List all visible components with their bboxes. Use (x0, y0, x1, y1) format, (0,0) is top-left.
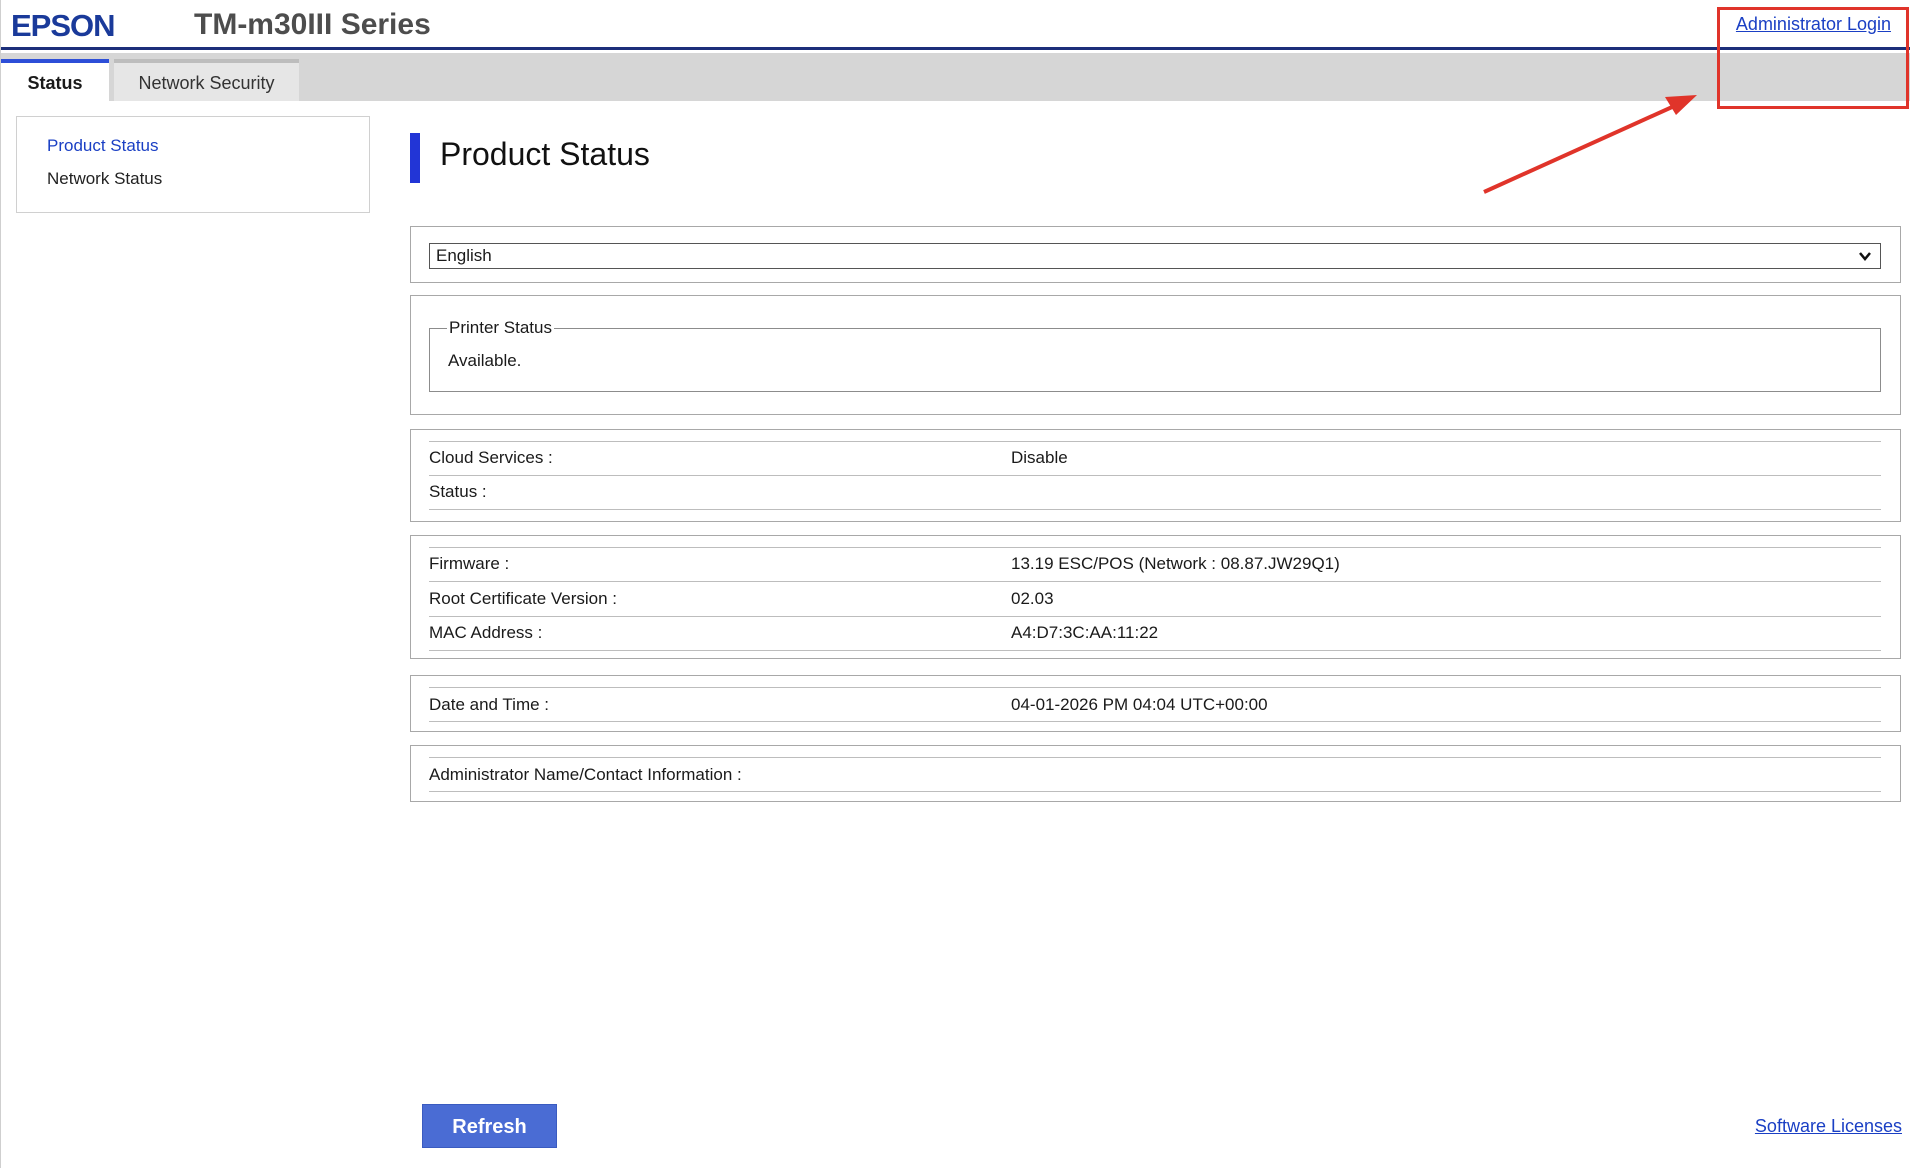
language-select[interactable]: English (429, 243, 1881, 269)
cloud-services-panel: Cloud Services : Disable Status : (410, 429, 1901, 522)
language-selected-value: English (436, 246, 492, 265)
mac-address-value: A4:D7:3C:AA:11:22 (1011, 623, 1159, 642)
printer-status-value: Available. (448, 351, 522, 370)
admin-contact-label: Administrator Name/Contact Information : (429, 765, 742, 784)
row-divider (429, 721, 1881, 722)
row-divider (429, 687, 1881, 688)
device-info-panel: Firmware : 13.19 ESC/POS (Network : 08.8… (410, 535, 1901, 659)
annotation-highlight-box (1717, 7, 1909, 109)
title-accent-bar (410, 133, 420, 183)
row-divider (429, 650, 1881, 651)
row-divider (429, 581, 1881, 582)
row-divider (429, 791, 1881, 792)
header: EPSON TM-m30III Series Administrator Log… (1, 0, 1910, 50)
root-cert-value: 02.03 (1011, 589, 1054, 608)
model-name: TM-m30III Series (194, 8, 431, 41)
sidebar-item-network-status[interactable]: Network Status (47, 169, 162, 189)
firmware-label: Firmware : (429, 554, 510, 573)
row-divider (429, 509, 1881, 510)
cloud-services-label: Cloud Services : (429, 448, 553, 467)
tab-network-security[interactable]: Network Security (114, 59, 299, 101)
chevron-down-icon (1858, 245, 1872, 275)
row-divider (429, 441, 1881, 442)
date-time-panel: Date and Time : 04-01-2026 PM 04:04 UTC+… (410, 675, 1901, 732)
software-licenses-link[interactable]: Software Licenses (1755, 1116, 1902, 1137)
root-cert-label: Root Certificate Version : (429, 589, 618, 608)
admin-contact-panel: Administrator Name/Contact Information : (410, 745, 1901, 802)
page-title: Product Status (440, 136, 650, 172)
sidebar-item-product-status[interactable]: Product Status (47, 136, 159, 156)
firmware-value: 13.19 ESC/POS (Network : 08.87.JW29Q1) (1011, 554, 1340, 573)
cloud-services-value: Disable (1011, 448, 1068, 467)
sidebar: Product Status Network Status (16, 116, 370, 213)
page: EPSON TM-m30III Series Administrator Log… (0, 0, 1910, 1168)
mac-address-label: MAC Address : (429, 623, 543, 642)
printer-status-legend: Printer Status (447, 318, 554, 338)
language-panel: English (410, 226, 1901, 283)
cloud-status-label: Status : (429, 482, 487, 501)
printer-status-panel: Printer Status Available. (410, 295, 1901, 415)
date-time-label: Date and Time : (429, 695, 550, 714)
refresh-button[interactable]: Refresh (422, 1104, 557, 1148)
tab-status[interactable]: Status (1, 59, 109, 101)
date-time-value: 04-01-2026 PM 04:04 UTC+00:00 (1011, 695, 1268, 714)
tab-bar: Status Network Security (1, 53, 1910, 101)
epson-logo: EPSON (11, 8, 116, 43)
printer-status-group: Printer Status Available. (429, 318, 1881, 392)
row-divider (429, 547, 1881, 548)
row-divider (429, 616, 1881, 617)
row-divider (429, 475, 1881, 476)
row-divider (429, 757, 1881, 758)
